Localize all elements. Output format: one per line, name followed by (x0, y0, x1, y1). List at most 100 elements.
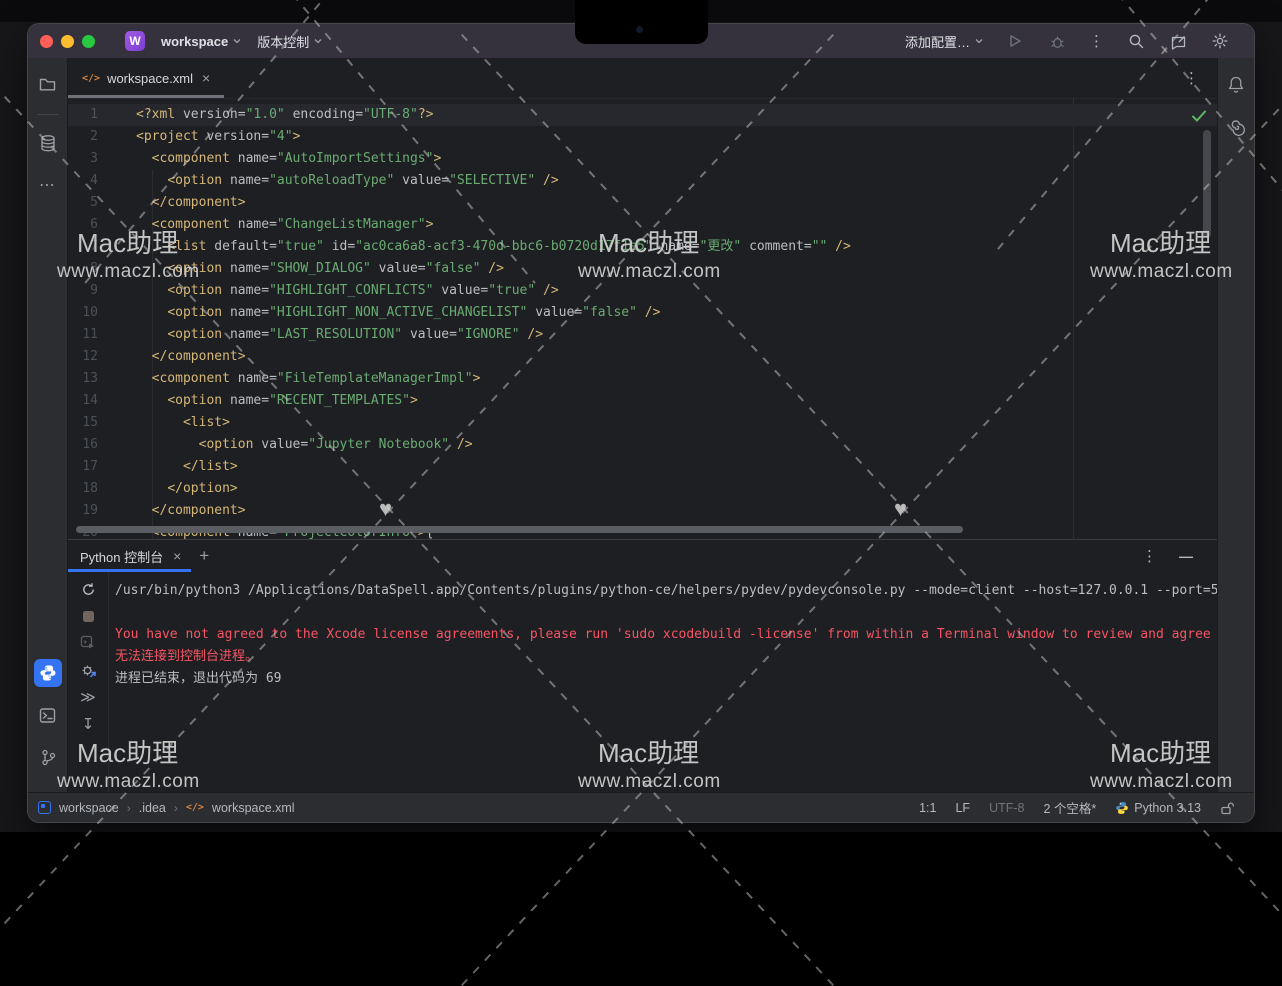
python-interpreter-widget[interactable]: Python 3.13 (1115, 801, 1201, 815)
code-line[interactable]: 6 <component name="ChangeListManager"> (68, 214, 1217, 236)
code-editor[interactable]: 1<?xml version="1.0" encoding="UTF-8"?>2… (68, 104, 1217, 539)
console-history-button[interactable]: ≫ (77, 686, 99, 708)
run-config-label: 添加配置… (905, 32, 970, 51)
execute-command-button[interactable] (77, 632, 99, 654)
project-selector[interactable]: workspace (161, 34, 241, 49)
console-tab-label: Python 控制台 (80, 547, 163, 566)
debug-button[interactable] (1047, 31, 1067, 51)
code-line[interactable]: 1<?xml version="1.0" encoding="UTF-8"?> (68, 104, 1217, 126)
breadcrumb-file[interactable]: workspace.xml (212, 801, 295, 815)
version-control-tool-window-button[interactable] (34, 743, 62, 771)
code-line[interactable]: 19 </component> (68, 500, 1217, 522)
console-line: 进程已结束，退出代码为 69 (115, 668, 1217, 690)
tab-python-console[interactable]: Python 控制台 × (68, 540, 191, 572)
scroll-to-end-button[interactable]: ↧ (77, 713, 99, 735)
close-console-tab-icon[interactable]: × (173, 548, 181, 564)
settings-button[interactable] (1210, 31, 1230, 51)
interpreter-label: Python 3.13 (1134, 801, 1201, 815)
xml-file-icon: </> (82, 73, 100, 84)
code-line[interactable]: 9 <option name="HIGHLIGHT_CONFLICTS" val… (68, 280, 1217, 302)
code-line[interactable]: 11 <option name="LAST_RESOLUTION" value=… (68, 324, 1217, 346)
code-line[interactable]: 12 </component> (68, 346, 1217, 368)
chevron-right-icon: › (174, 801, 178, 815)
code-line[interactable]: 10 <option name="HIGHLIGHT_NON_ACTIVE_CH… (68, 302, 1217, 324)
breadcrumb-project[interactable]: workspace (59, 801, 119, 815)
console-options-menu[interactable]: ⋮ (1142, 549, 1157, 564)
python-console-tool-window-button[interactable] (34, 659, 62, 687)
code-line[interactable]: 2<project version="4"> (68, 126, 1217, 148)
tab-workspace-xml[interactable]: </> workspace.xml × (68, 58, 224, 98)
close-tab-icon[interactable]: × (202, 70, 210, 86)
console-line (115, 602, 1217, 624)
code-line[interactable]: 8 <option name="SHOW_DIALOG" value="fals… (68, 258, 1217, 280)
active-tab-underline (68, 95, 224, 98)
feedback-button[interactable] (1168, 31, 1188, 51)
line-ending-widget[interactable]: LF (955, 801, 970, 815)
console-tab-bar: Python 控制台 × + ⋮ — (68, 540, 1217, 572)
code-line[interactable]: 17 </list> (68, 456, 1217, 478)
new-console-button[interactable]: + (199, 546, 209, 566)
line-number: 11 (68, 324, 98, 346)
code-line[interactable]: 18 </option> (68, 478, 1217, 500)
code-line[interactable]: 15 <list> (68, 412, 1217, 434)
unlocked-padlock-icon (1220, 801, 1234, 815)
editor-options-menu[interactable]: ⋮ (1184, 71, 1199, 86)
more-actions-menu[interactable]: ⋮ (1089, 34, 1104, 49)
code-line[interactable]: 5 </component> (68, 192, 1217, 214)
dataspell-window: W workspace 版本控制 添加配置… ⋮ (28, 24, 1254, 822)
editor-horizontal-scrollbar[interactable] (76, 526, 963, 533)
attach-debugger-icon (80, 662, 97, 679)
vcs-menu[interactable]: 版本控制 (257, 32, 322, 51)
code-line[interactable]: 16 <option value="Jupyter Notebook" /> (68, 434, 1217, 456)
inspections-widget[interactable] (1186, 106, 1212, 126)
project-name: workspace (161, 34, 228, 49)
line-number: 2 (68, 126, 98, 148)
breadcrumb: workspace › .idea › </> workspace.xml (38, 801, 295, 815)
terminal-icon (38, 706, 57, 725)
caret-position-widget[interactable]: 1:1 (919, 801, 936, 815)
database-tool-window-button[interactable] (34, 129, 62, 157)
line-number: 14 (68, 390, 98, 412)
python-logo-icon (1115, 801, 1129, 815)
stop-icon (82, 610, 95, 623)
terminal-tool-window-button[interactable] (34, 701, 62, 729)
line-number: 6 (68, 214, 98, 236)
minimize-window-button[interactable] (61, 35, 74, 48)
run-button[interactable] (1005, 31, 1025, 51)
vcs-label: 版本控制 (257, 32, 309, 51)
line-number: 12 (68, 346, 98, 368)
code-line[interactable]: 3 <component name="AutoImportSettings"> (68, 148, 1217, 170)
stripe-divider (37, 114, 59, 115)
line-number: 8 (68, 258, 98, 280)
active-console-tab-underline (68, 569, 191, 572)
attach-debugger-button[interactable] (77, 659, 99, 681)
hide-panel-button[interactable]: — (1179, 548, 1193, 564)
feedback-pencil-icon (1170, 33, 1187, 50)
project-app-icon: W (125, 31, 145, 51)
breadcrumb-idea-folder[interactable]: .idea (139, 801, 166, 815)
code-line[interactable]: 4 <option name="autoReloadType" value="S… (68, 170, 1217, 192)
bell-icon (1227, 75, 1245, 94)
project-tool-window-button[interactable] (34, 70, 62, 98)
traffic-lights (40, 35, 95, 48)
zoom-window-button[interactable] (82, 35, 95, 48)
editor-vertical-scrollbar[interactable] (1203, 130, 1211, 238)
code-line[interactable]: 14 <option name="RECENT_TEMPLATES"> (68, 390, 1217, 412)
code-line[interactable]: 13 <component name="FileTemplateManagerI… (68, 368, 1217, 390)
ai-assistant-button[interactable] (1222, 112, 1250, 140)
editor-area[interactable]: </> workspace.xml × ⋮ 1<?xml version="1.… (68, 58, 1217, 539)
notifications-button[interactable] (1222, 70, 1250, 98)
restart-console-button[interactable] (77, 578, 99, 600)
ai-swirl-icon (1227, 117, 1246, 136)
readonly-toggle[interactable] (1220, 801, 1234, 815)
search-everywhere-button[interactable] (1126, 31, 1146, 51)
chevron-right-icon: › (127, 801, 131, 815)
console-output[interactable]: /usr/bin/python3 /Applications/DataSpell… (109, 572, 1217, 793)
more-tool-windows-button[interactable]: ⋯ (34, 171, 62, 199)
stop-console-button[interactable] (77, 605, 99, 627)
close-window-button[interactable] (40, 35, 53, 48)
code-line[interactable]: 7 <list default="true" id="ac0ca6a8-acf3… (68, 236, 1217, 258)
indent-widget[interactable]: 2 个空格* (1043, 798, 1096, 817)
run-configuration-selector[interactable]: 添加配置… (905, 32, 983, 51)
encoding-widget[interactable]: UTF-8 (989, 801, 1024, 815)
